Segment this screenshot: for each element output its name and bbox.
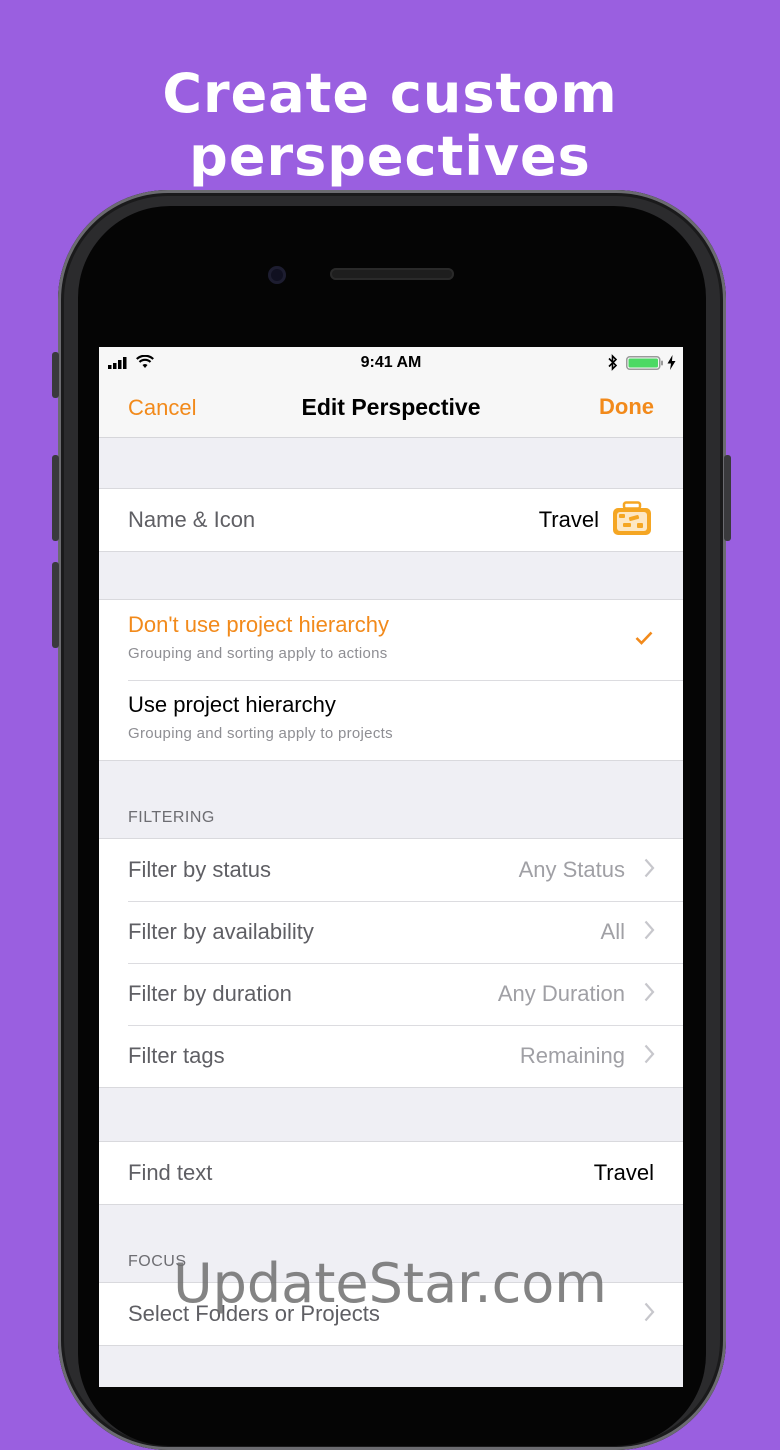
name-value: Travel	[538, 507, 599, 532]
earpiece-speaker	[330, 268, 454, 280]
row-value: Any Status	[518, 857, 625, 882]
row-value: All	[600, 919, 625, 944]
option-title: Don't use project hierarchy	[128, 612, 389, 637]
checkmark-icon	[635, 631, 653, 645]
chevron-right-icon	[644, 1044, 655, 1064]
filter-status-row[interactable]: Filter by status Any Status	[99, 839, 683, 901]
battery-icon	[626, 356, 663, 370]
row-label: Filter tags	[128, 1043, 225, 1068]
find-text-row[interactable]: Find text Travel	[99, 1142, 683, 1204]
status-bar: 9:41 AM	[99, 347, 683, 379]
chevron-right-icon	[644, 858, 655, 878]
mute-switch	[52, 352, 59, 398]
filtering-header: FILTERING	[128, 809, 215, 826]
filter-tags-row[interactable]: Filter tags Remaining	[99, 1025, 683, 1087]
hierarchy-group: Don't use project hierarchy Grouping and…	[99, 599, 683, 761]
filtering-group: Filter by status Any Status Filter by av…	[99, 838, 683, 1088]
name-icon-label: Name & Icon	[128, 507, 256, 532]
row-label: Filter by duration	[128, 981, 292, 1006]
row-label: Filter by availability	[128, 919, 314, 944]
screen: 9:41 AM Cancel Edit Perspective Done Nam…	[99, 347, 683, 1387]
briefcase-icon[interactable]	[611, 501, 653, 537]
option-subtitle: Grouping and sorting apply to actions	[128, 645, 388, 662]
chevron-right-icon	[644, 920, 655, 940]
page-title: Edit Perspective	[301, 394, 481, 420]
done-button[interactable]: Done	[599, 394, 654, 420]
volume-down-button	[52, 562, 59, 648]
charging-icon	[667, 355, 676, 370]
volume-up-button	[52, 455, 59, 541]
row-value: Remaining	[519, 1043, 625, 1068]
filter-availability-row[interactable]: Filter by availability All	[99, 901, 683, 963]
find-text-label: Find text	[128, 1160, 213, 1185]
filter-duration-row[interactable]: Filter by duration Any Duration	[99, 963, 683, 1025]
row-label: Filter by status	[128, 857, 272, 882]
name-icon-group: Name & Icon Travel	[99, 488, 683, 552]
bluetooth-icon	[608, 354, 618, 371]
power-button	[724, 455, 731, 541]
status-time: 9:41 AM	[360, 354, 422, 371]
front-camera	[268, 266, 286, 284]
navigation-bar: Cancel Edit Perspective Done	[99, 379, 683, 438]
name-icon-row[interactable]: Name & Icon Travel	[99, 489, 683, 551]
row-value: Any Duration	[497, 981, 625, 1006]
option-use-hierarchy[interactable]: Use project hierarchy Grouping and sorti…	[99, 680, 683, 760]
find-text-group: Find text Travel	[99, 1141, 683, 1205]
option-no-hierarchy[interactable]: Don't use project hierarchy Grouping and…	[99, 600, 683, 680]
watermark: UpdateStar.com	[173, 1252, 607, 1315]
find-text-field[interactable]: Travel	[594, 1160, 654, 1186]
option-subtitle: Grouping and sorting apply to projects	[128, 725, 393, 742]
chevron-right-icon	[644, 982, 655, 1002]
option-title: Use project hierarchy	[128, 692, 336, 717]
headline: Create custom perspectives	[162, 62, 618, 188]
